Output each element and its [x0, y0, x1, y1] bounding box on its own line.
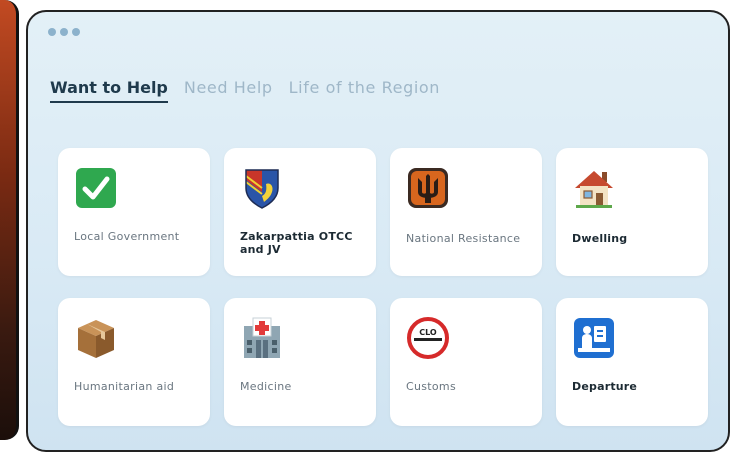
- background-window-edge: [0, 0, 19, 440]
- window-dot[interactable]: [72, 28, 80, 36]
- check-mark-icon: [74, 166, 118, 210]
- window-dot[interactable]: [48, 28, 56, 36]
- app-window: Want to Help Need Help Life of the Regio…: [26, 10, 730, 452]
- card-label: Medicine: [240, 380, 292, 393]
- window-dot[interactable]: [60, 28, 68, 36]
- card-label: Zakarpattia OTCC and JV: [240, 230, 353, 256]
- card-label: National Resistance: [406, 232, 521, 245]
- card-zakarpattia-otcc[interactable]: Zakarpattia OTCC and JV: [224, 148, 376, 276]
- card-medicine[interactable]: Medicine: [224, 298, 376, 426]
- trident-icon: [406, 166, 450, 210]
- window-controls: [48, 28, 80, 36]
- hospital-icon: [240, 316, 284, 360]
- customs-sign-icon: CLO: [406, 316, 450, 360]
- card-label: Departure: [572, 380, 638, 393]
- tab-need-help[interactable]: Need Help: [184, 78, 273, 101]
- card-national-resistance[interactable]: National Resistance: [390, 148, 542, 276]
- card-local-government[interactable]: Local Government: [58, 148, 210, 276]
- card-customs[interactable]: CLO Customs: [390, 298, 542, 426]
- card-label: Dwelling: [572, 232, 628, 245]
- card-humanitarian-aid[interactable]: Humanitarian aid: [58, 298, 210, 426]
- coat-of-arms-icon: [240, 166, 284, 210]
- tab-life-of-the-region[interactable]: Life of the Region: [289, 78, 440, 101]
- card-label: Local Government: [74, 230, 180, 243]
- package-box-icon: [74, 316, 118, 360]
- card-dwelling[interactable]: Dwelling: [556, 148, 708, 276]
- card-label: Humanitarian aid: [74, 380, 175, 393]
- tab-bar: Want to Help Need Help Life of the Regio…: [50, 78, 440, 103]
- house-icon: [572, 166, 616, 210]
- passport-control-icon: [572, 316, 616, 360]
- card-label: Customs: [406, 380, 456, 393]
- category-grid: Local Government Zakarpattia OTCC and JV: [58, 148, 708, 426]
- card-departure[interactable]: Departure: [556, 298, 708, 426]
- tab-want-to-help[interactable]: Want to Help: [50, 78, 168, 103]
- customs-sign-text: CLO: [419, 328, 437, 337]
